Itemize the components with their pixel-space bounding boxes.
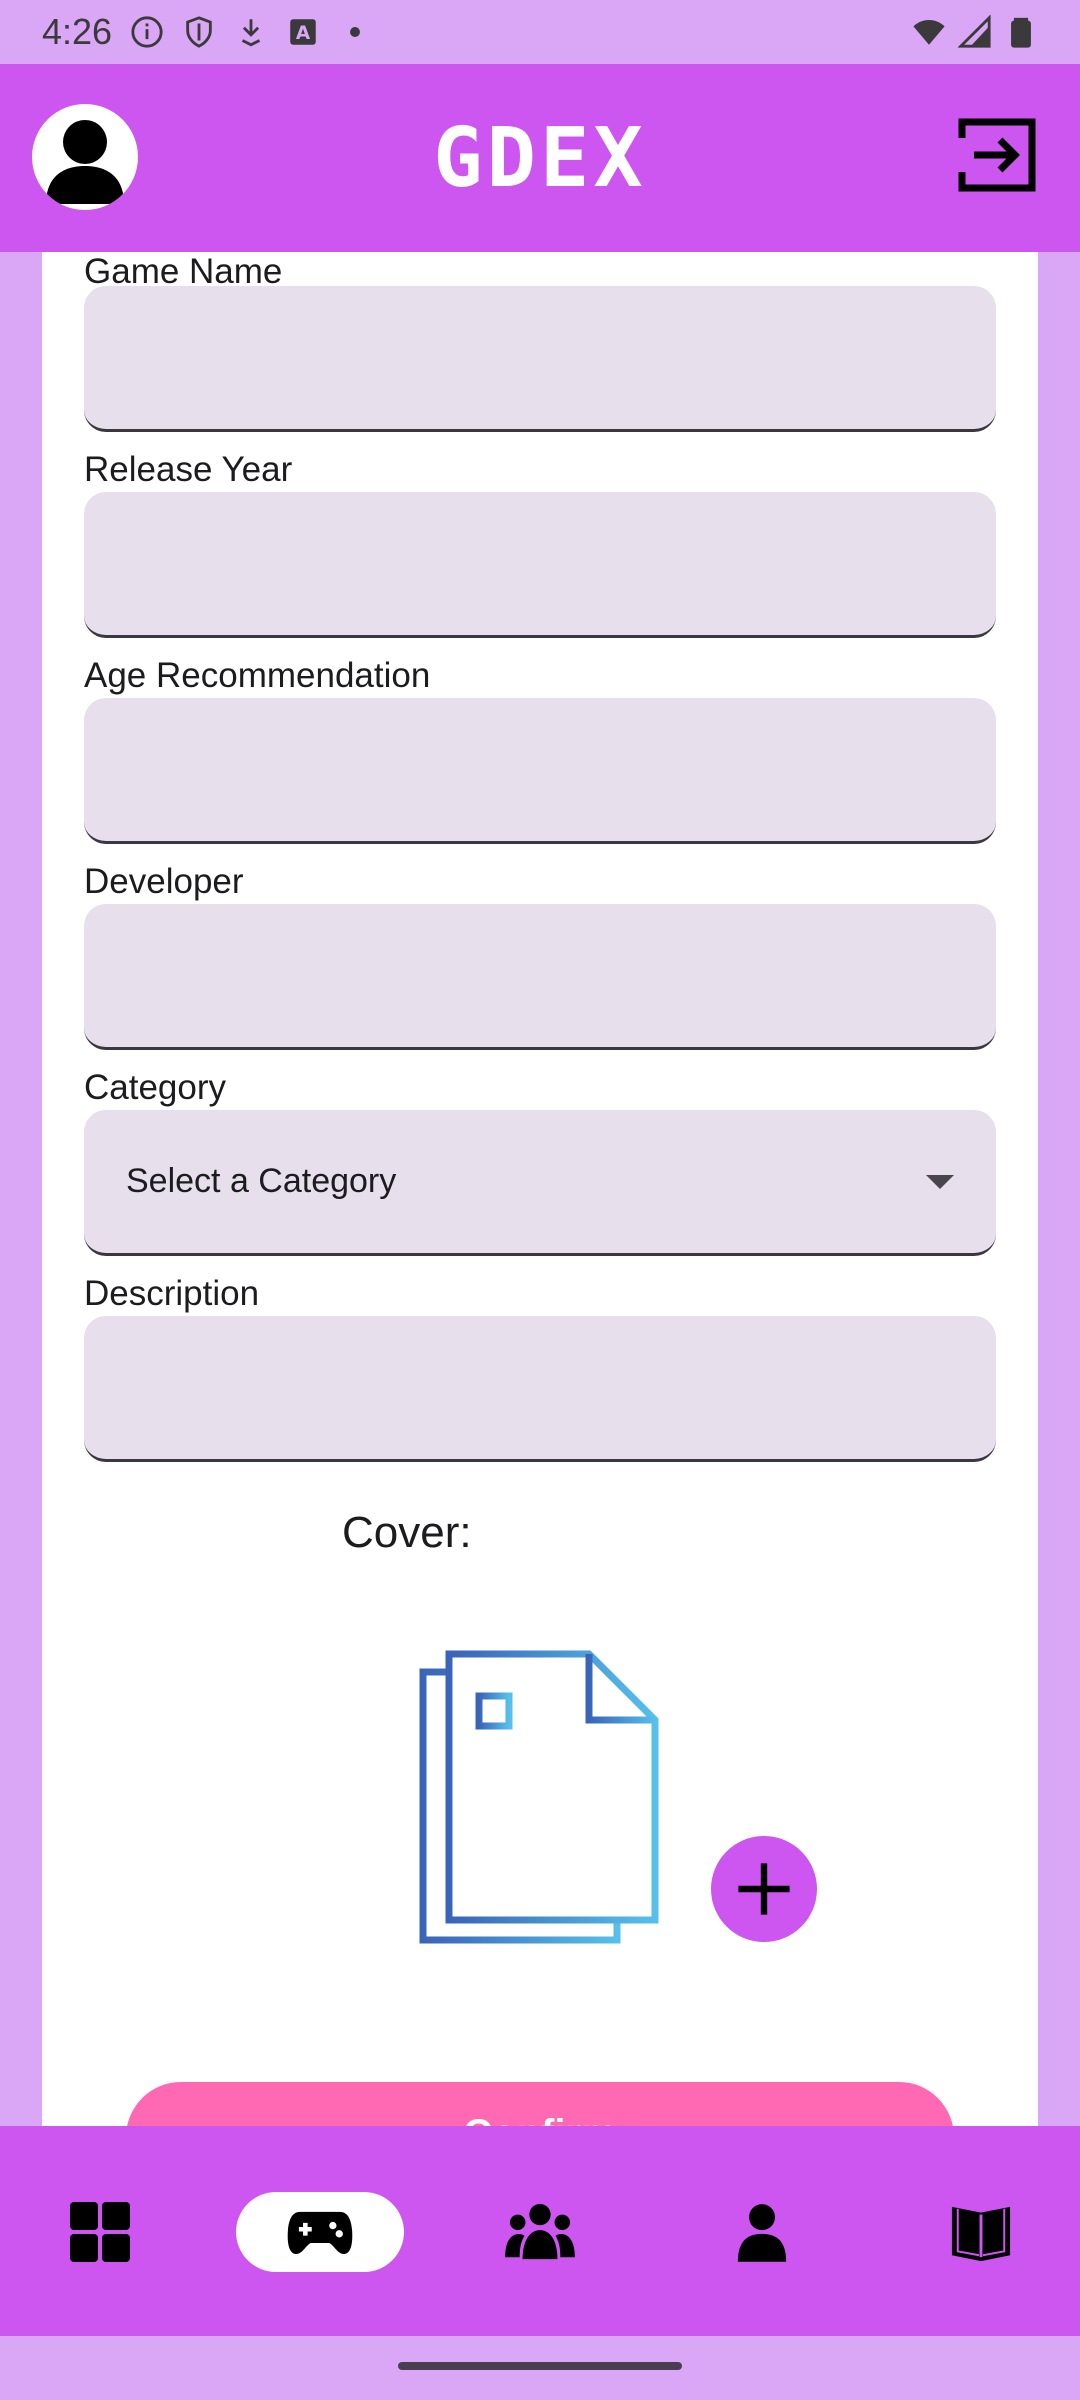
dot-icon [338, 15, 372, 49]
nav-item-dashboard[interactable] [62, 2192, 138, 2272]
person-icon [737, 2204, 787, 2262]
profile-avatar-button[interactable] [32, 104, 138, 210]
developer-input[interactable] [84, 904, 996, 1050]
shield-icon [182, 15, 216, 49]
release-year-input[interactable] [84, 492, 996, 638]
description-label: Description [84, 1274, 260, 1313]
nav-item-games[interactable] [236, 2192, 404, 2272]
plus-icon [738, 1863, 790, 1915]
category-select[interactable]: Select a Category [84, 1110, 996, 1256]
add-cover-button[interactable] [711, 1836, 817, 1942]
signal-icon [958, 15, 992, 49]
app-bar: GDEX [0, 64, 1080, 252]
gamepad-icon [287, 2211, 353, 2254]
battery-icon [1004, 15, 1038, 49]
category-select-value: Select a Category [126, 1162, 397, 1200]
age-recommendation-label: Age Recommendation [84, 656, 431, 695]
dashboard-icon [70, 2202, 130, 2262]
confirm-button[interactable]: Confirm [126, 2082, 954, 2126]
svg-text:A: A [296, 23, 311, 44]
dropdown-arrow-icon [926, 1174, 954, 1189]
bottom-navigation [0, 2126, 1080, 2336]
logout-icon [958, 118, 1036, 192]
nav-item-community[interactable] [504, 2192, 576, 2272]
person-icon [46, 120, 124, 204]
group-icon [505, 2203, 575, 2260]
description-input[interactable] [84, 1316, 996, 1462]
status-time: 4:26 [42, 11, 113, 52]
game-name-input[interactable] [84, 286, 996, 432]
nav-item-profile[interactable] [734, 2192, 790, 2272]
age-recommendation-input[interactable] [84, 698, 996, 844]
release-year-label: Release Year [84, 450, 293, 489]
cover-label: Cover: [342, 1508, 472, 1557]
info-icon [130, 15, 164, 49]
font-icon: A [286, 15, 320, 49]
nav-item-library[interactable] [948, 2192, 1014, 2272]
document-icon[interactable] [417, 1650, 667, 1950]
gesture-navigation-bar[interactable] [398, 2362, 682, 2370]
add-game-form: Game Name Release Year Age Recommendatio… [42, 252, 1038, 2126]
status-bar: 4:26 A [0, 0, 1080, 64]
wifi-icon [912, 15, 946, 49]
developer-label: Developer [84, 862, 244, 901]
logout-button[interactable] [956, 114, 1038, 196]
book-icon [951, 2206, 1011, 2262]
app-title: GDEX [433, 110, 647, 206]
download-icon [234, 15, 268, 49]
category-label: Category [84, 1068, 227, 1107]
